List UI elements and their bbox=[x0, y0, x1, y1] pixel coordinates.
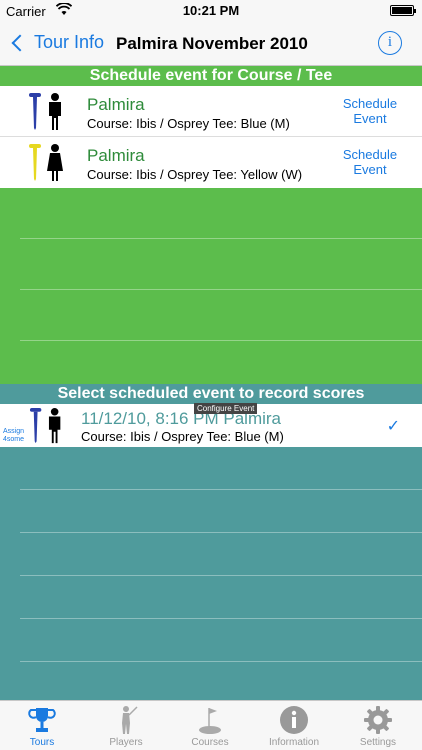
tab-information[interactable]: Information bbox=[252, 701, 336, 750]
scores-empty-area bbox=[0, 447, 422, 700]
blue-tee-male-icon bbox=[29, 407, 61, 444]
row-separator bbox=[20, 340, 422, 341]
schedule-empty-area bbox=[0, 188, 422, 384]
row-separator bbox=[20, 238, 422, 239]
row-separator bbox=[20, 489, 422, 490]
status-bar: Carrier 10:21 PM bbox=[0, 0, 422, 22]
tab-settings[interactable]: Settings bbox=[336, 701, 420, 750]
assign-foursome-button[interactable]: Assign 4some bbox=[3, 428, 29, 444]
course-tee-row[interactable]: Palmira Course: Ibis / Osprey Tee: Blue … bbox=[0, 86, 422, 137]
trophy-icon bbox=[28, 708, 56, 732]
clock: 10:21 PM bbox=[182, 3, 240, 18]
schedule-section-header: Schedule event for Course / Tee bbox=[0, 66, 422, 86]
page-title: Palmira November 2010 bbox=[116, 34, 308, 53]
info-icon bbox=[280, 706, 308, 734]
row-separator bbox=[20, 289, 422, 290]
gear-icon bbox=[364, 706, 392, 734]
configure-event-tooltip[interactable]: Configure Event bbox=[194, 403, 258, 414]
course-tee-row[interactable]: Palmira Course: Ibis / Osprey Tee: Yello… bbox=[0, 137, 422, 188]
tab-bar: Tours Players Courses Information Settin… bbox=[0, 700, 422, 750]
course-tee-detail: Course: Ibis / Osprey Tee: Blue (M) bbox=[87, 116, 290, 131]
tab-courses[interactable]: Courses bbox=[168, 701, 252, 750]
tab-players[interactable]: Players bbox=[84, 701, 168, 750]
tab-label: Players bbox=[109, 737, 143, 748]
schedule-event-button[interactable]: Schedule Event bbox=[340, 147, 400, 177]
checkmark-icon: ✓ bbox=[386, 418, 400, 435]
row-separator bbox=[20, 618, 422, 619]
tab-label: Information bbox=[268, 737, 320, 748]
flag-icon bbox=[199, 708, 221, 734]
back-button-label: Tour Info bbox=[34, 32, 105, 52]
yellow-tee-female-icon bbox=[29, 144, 63, 181]
blue-tee-male-icon bbox=[29, 93, 61, 130]
row-separator bbox=[20, 532, 422, 533]
tab-label: Settings bbox=[359, 737, 397, 748]
battery-icon bbox=[390, 5, 416, 16]
tab-tours[interactable]: Tours bbox=[0, 701, 84, 750]
course-name: Palmira bbox=[87, 95, 145, 114]
info-button[interactable]: i bbox=[378, 31, 402, 55]
course-tee-detail: Course: Ibis / Osprey Tee: Yellow (W) bbox=[87, 167, 303, 182]
tab-label: Tours bbox=[29, 737, 55, 748]
navigation-bar: Tour Info Palmira November 2010 i bbox=[0, 22, 422, 66]
tab-label: Courses bbox=[191, 737, 229, 748]
course-tee-detail: Course: Ibis / Osprey Tee: Blue (M) bbox=[81, 429, 284, 444]
chevron-left-icon bbox=[11, 34, 29, 51]
course-name: Palmira bbox=[87, 146, 145, 165]
scores-section-header: Select scheduled event to record scores bbox=[0, 384, 422, 404]
schedule-event-button[interactable]: Schedule Event bbox=[340, 96, 400, 126]
row-separator bbox=[20, 661, 422, 662]
golfer-icon bbox=[122, 706, 138, 734]
back-button[interactable]: Tour Info bbox=[10, 32, 104, 53]
row-separator bbox=[20, 575, 422, 576]
